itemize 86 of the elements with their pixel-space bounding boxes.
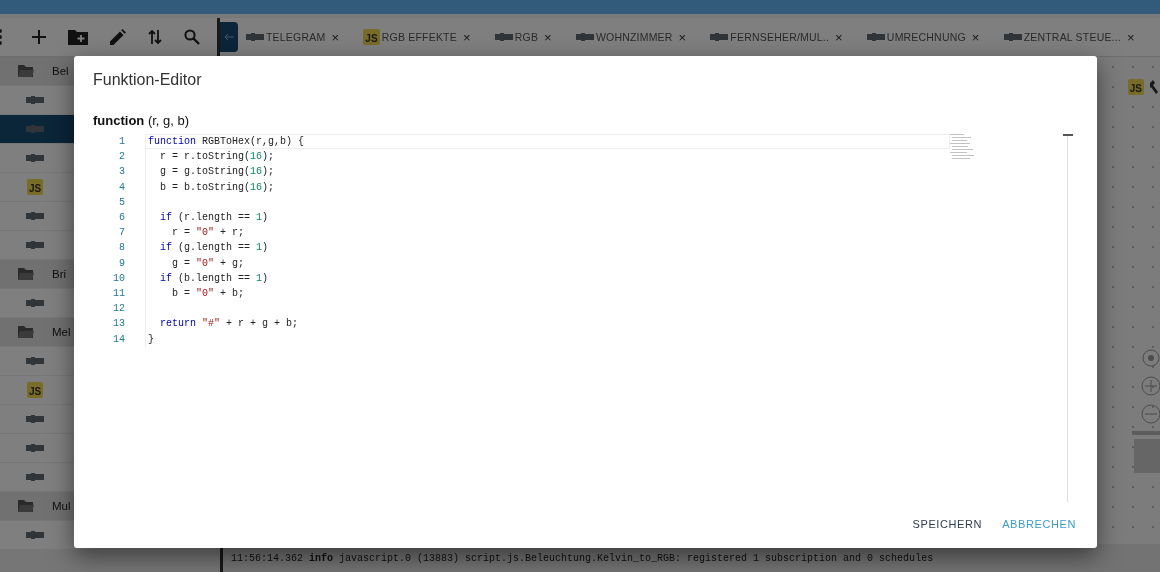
close-icon[interactable]: × [544,29,552,45]
puzzle-block-icon [494,33,513,41]
folder-label: Bel [52,65,69,77]
puzzle-block-icon [26,154,44,162]
folder-label: Bri [52,268,67,280]
puzzle-block-icon [26,125,44,133]
js-badge[interactable]: JS [1127,79,1144,95]
editor-tab[interactable]: RGB × [492,29,554,45]
folder-icon [18,326,34,338]
minimap-drawing[interactable] [950,134,974,160]
code-line: b = "0" + b; [145,285,245,302]
js-badge: JS [363,29,380,45]
folder-label: Mel [52,326,71,338]
line-number: 7 [118,227,126,239]
code-line: b = b.toString(16); [145,179,275,195]
add-icon[interactable] [32,30,46,44]
zoom-in-icon[interactable] [1138,375,1160,397]
code-line: g = g.toString(16); [145,164,275,180]
code-line: r = "0" + r; [145,225,245,241]
folder-label: Mul [52,500,71,512]
scrollbar-thumb[interactable] [1063,134,1073,136]
editor-tab[interactable]: JS RGB EFFEKTE × [361,29,473,45]
folder-plus-icon[interactable] [68,29,88,45]
line-number: 2 [118,151,126,163]
editor-tab[interactable]: TELEGRAM × [244,29,342,45]
puzzle-block-icon [1003,33,1022,41]
folder-icon [18,65,34,77]
line-number: 3 [118,166,126,178]
js-badge: JS [26,179,44,195]
puzzle-block-icon [26,473,44,481]
line-number: 1 [118,136,126,148]
code-line: r = r.toString(16); [145,149,275,165]
editor-tab[interactable]: FERNSEHER/MUL.. × [708,29,845,45]
puzzle-block-icon [26,96,44,104]
function-signature: function (r, g, b) [93,113,191,128]
back-button[interactable] [220,22,238,52]
search-icon[interactable] [184,29,200,45]
close-icon[interactable]: × [971,29,980,45]
close-icon[interactable]: × [678,29,687,45]
puzzle-block-icon [866,33,885,41]
close-icon[interactable]: × [1126,29,1135,45]
puzzle-block-icon [26,357,44,365]
code-line: g = "0" + g; [145,255,245,271]
line-number: 12 [112,303,126,315]
editor-tab[interactable]: ZENTRAL STEUE... × [1001,29,1137,45]
code-line: if (g.length == 1) [145,240,269,256]
line-number: 10 [112,272,126,284]
line-number: 13 [112,318,126,330]
puzzle-block-icon [710,33,729,41]
puzzle-block-icon [26,299,44,307]
menu-icon[interactable] [0,29,4,45]
dialog-title: Funktion-Editor [93,71,203,89]
close-icon[interactable]: × [835,29,843,45]
line-number: 4 [118,181,126,193]
puzzle-block-icon [575,33,594,41]
cancel-button[interactable]: ABBRECHEN [994,512,1084,536]
arrow-left-icon [224,33,234,41]
zoom-out-icon[interactable] [1138,403,1160,425]
js-badge: JS [26,382,44,398]
editor-tab[interactable]: UMRECHNUNG × [864,29,982,45]
puzzle-block-icon [26,241,44,249]
line-number: 8 [118,242,126,254]
puzzle-block-icon [246,33,264,41]
puzzle-block-icon [26,444,44,452]
pencil-icon[interactable] [110,29,126,45]
line-number: 14 [112,333,126,345]
folder-icon [18,268,34,280]
folder-icon [18,500,34,512]
wrench-icon[interactable] [1150,80,1160,94]
puzzle-block-icon [26,415,44,423]
puzzle-block-icon [26,531,44,539]
code-line: } [145,331,154,347]
line-number: 11 [112,287,126,299]
save-button[interactable]: SPEICHERN [904,512,991,536]
line-number: 6 [118,212,126,224]
puzzle-block-icon [26,212,44,220]
line-number: 5 [118,196,126,208]
code-line: return "#" + r + g + b; [145,316,299,332]
trash-icon[interactable] [1130,431,1160,473]
line-number: 9 [118,257,126,269]
editor-tab[interactable]: WOHNZIMMER × [573,29,689,45]
close-icon[interactable]: × [462,29,471,45]
sort-icon[interactable] [148,29,162,45]
code-line: if (r.length == 1) [145,209,269,226]
close-icon[interactable]: × [331,29,340,45]
code-line: if (b.length == 1) [145,270,269,286]
